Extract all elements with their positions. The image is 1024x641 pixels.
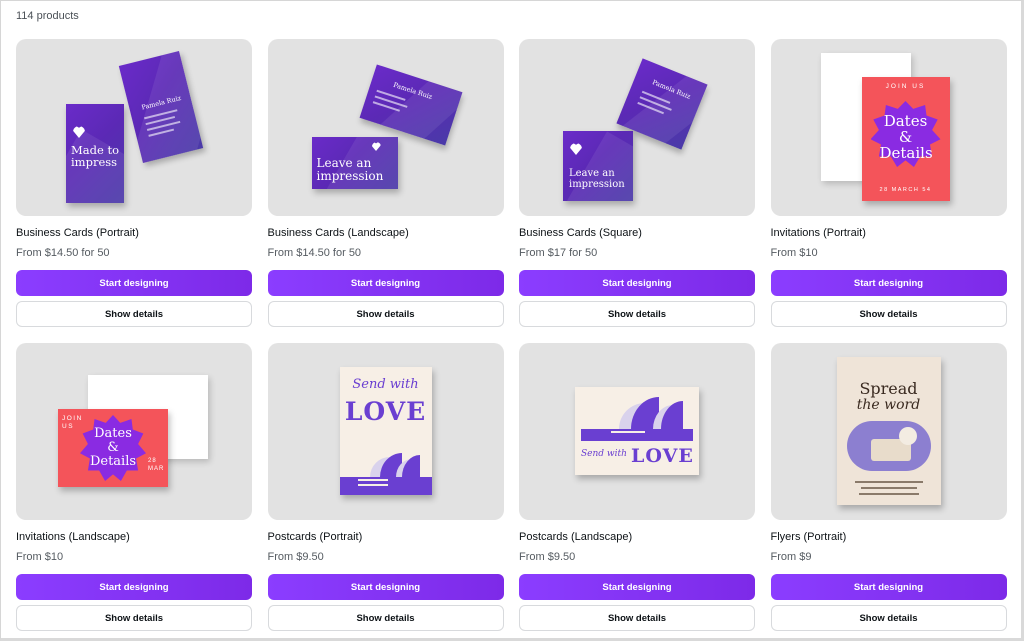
product-card: Send with LOVE Postcards (Landscape) Fro…: [519, 343, 755, 641]
product-thumbnail[interactable]: Pamela Ruiz Made to impress: [16, 39, 252, 216]
product-thumbnail[interactable]: Spread the word: [770, 343, 1007, 520]
card-back: Pamela Ruiz: [359, 64, 462, 146]
invite-date: 28 MARCH 54: [879, 187, 932, 193]
card-front: Leave an impression: [311, 137, 398, 189]
product-thumbnail[interactable]: Pamela Ruiz Leave an impression: [519, 39, 755, 216]
product-price: From $14.50 for 50: [16, 247, 110, 259]
product-price: From $14.50 for 50: [267, 247, 362, 259]
show-details-button[interactable]: Show details: [519, 605, 755, 631]
card-front-text: Leave an impression: [569, 168, 625, 190]
product-card: Spread the word Flyers (Portrait) From $…: [770, 343, 1007, 641]
product-name[interactable]: Invitations (Portrait): [771, 227, 866, 239]
product-price: From $10: [770, 247, 818, 259]
product-card: Send with LOVE Postcards (Portrait) From…: [267, 343, 504, 641]
start-designing-button[interactable]: Start designing: [519, 270, 755, 296]
product-name[interactable]: Business Cards (Landscape): [268, 227, 409, 239]
product-name[interactable]: Business Cards (Portrait): [16, 227, 139, 239]
invite-headline: Dates & Details: [89, 426, 137, 469]
opera-house-illustration: [339, 451, 432, 495]
invite-headline: Dates & Details: [879, 112, 933, 162]
product-name[interactable]: Postcards (Portrait): [268, 531, 363, 543]
invite-top: JOIN US: [885, 83, 926, 90]
invitation-card: JOIN US Dates & Details 28 MARCH 54: [861, 77, 950, 201]
show-details-button[interactable]: Show details: [16, 605, 252, 631]
product-grid: Pamela Ruiz Made to impress Business Car…: [16, 39, 1007, 641]
invite-top: JOIN US: [62, 415, 83, 430]
invite-date: 28 MAR: [148, 458, 165, 472]
postcard-script: Send with: [352, 377, 419, 392]
show-details-button[interactable]: Show details: [770, 301, 1007, 327]
product-thumbnail[interactable]: Pamela Ruiz Leave an impression: [267, 39, 504, 216]
flyer-line2: the word: [856, 397, 921, 413]
start-designing-button[interactable]: Start designing: [16, 574, 252, 600]
flyer-photo: [846, 421, 931, 471]
flyer: Spread the word: [836, 357, 941, 505]
show-details-button[interactable]: Show details: [267, 605, 504, 631]
card-back: Pamela Ruiz: [118, 50, 204, 164]
product-name[interactable]: Business Cards (Square): [519, 227, 642, 239]
card-front-text: Leave an impression: [316, 156, 384, 183]
product-thumbnail[interactable]: Send with LOVE: [267, 343, 504, 520]
show-details-button[interactable]: Show details: [519, 301, 755, 327]
show-details-button[interactable]: Show details: [770, 605, 1007, 631]
heart-icon: [570, 143, 582, 155]
product-count: 114 products: [16, 10, 79, 22]
product-card: JOIN US Dates & Details 28 MARCH 54 Invi…: [770, 39, 1007, 343]
start-designing-button[interactable]: Start designing: [16, 270, 252, 296]
flyer-line1: Spread: [859, 379, 918, 398]
start-designing-button[interactable]: Start designing: [770, 270, 1007, 296]
opera-house-illustration: [575, 395, 699, 441]
start-designing-button[interactable]: Start designing: [267, 574, 504, 600]
product-name[interactable]: Postcards (Landscape): [519, 531, 632, 543]
postcard-headline: LOVE: [344, 397, 427, 426]
product-card: JOIN US Dates & Details 28 MAR Invitatio…: [16, 343, 252, 641]
show-details-button[interactable]: Show details: [267, 301, 504, 327]
postcard-headline: LOVE: [631, 445, 694, 467]
card-front: Made to impress: [66, 104, 124, 203]
product-name[interactable]: Invitations (Landscape): [16, 531, 130, 543]
postcard: Send with LOVE: [339, 367, 432, 495]
product-price: From $9.50: [519, 551, 576, 563]
product-price: From $10: [16, 551, 64, 563]
product-card: Pamela Ruiz Made to impress Business Car…: [16, 39, 252, 343]
postcard-script: Send with: [581, 449, 627, 459]
product-price: From $9.50: [267, 551, 324, 563]
product-thumbnail[interactable]: JOIN US Dates & Details 28 MAR: [16, 343, 252, 520]
product-thumbnail[interactable]: Send with LOVE: [519, 343, 755, 520]
product-card: Pamela Ruiz Leave an impression Business…: [519, 39, 755, 343]
start-designing-button[interactable]: Start designing: [267, 270, 504, 296]
show-details-button[interactable]: Show details: [16, 301, 252, 327]
start-designing-button[interactable]: Start designing: [770, 574, 1007, 600]
postcard: Send with LOVE: [575, 387, 699, 475]
product-card: Pamela Ruiz Leave an impression Business…: [267, 39, 504, 343]
product-name[interactable]: Flyers (Portrait): [771, 531, 847, 543]
invitation-card: JOIN US Dates & Details 28 MAR: [58, 409, 168, 487]
start-designing-button[interactable]: Start designing: [519, 574, 755, 600]
card-front: Leave an impression: [563, 131, 633, 201]
card-front-text: Made to impress: [71, 143, 119, 169]
product-price: From $9: [770, 551, 812, 563]
product-price: From $17 for 50: [519, 247, 598, 259]
product-thumbnail[interactable]: JOIN US Dates & Details 28 MARCH 54: [770, 39, 1007, 216]
